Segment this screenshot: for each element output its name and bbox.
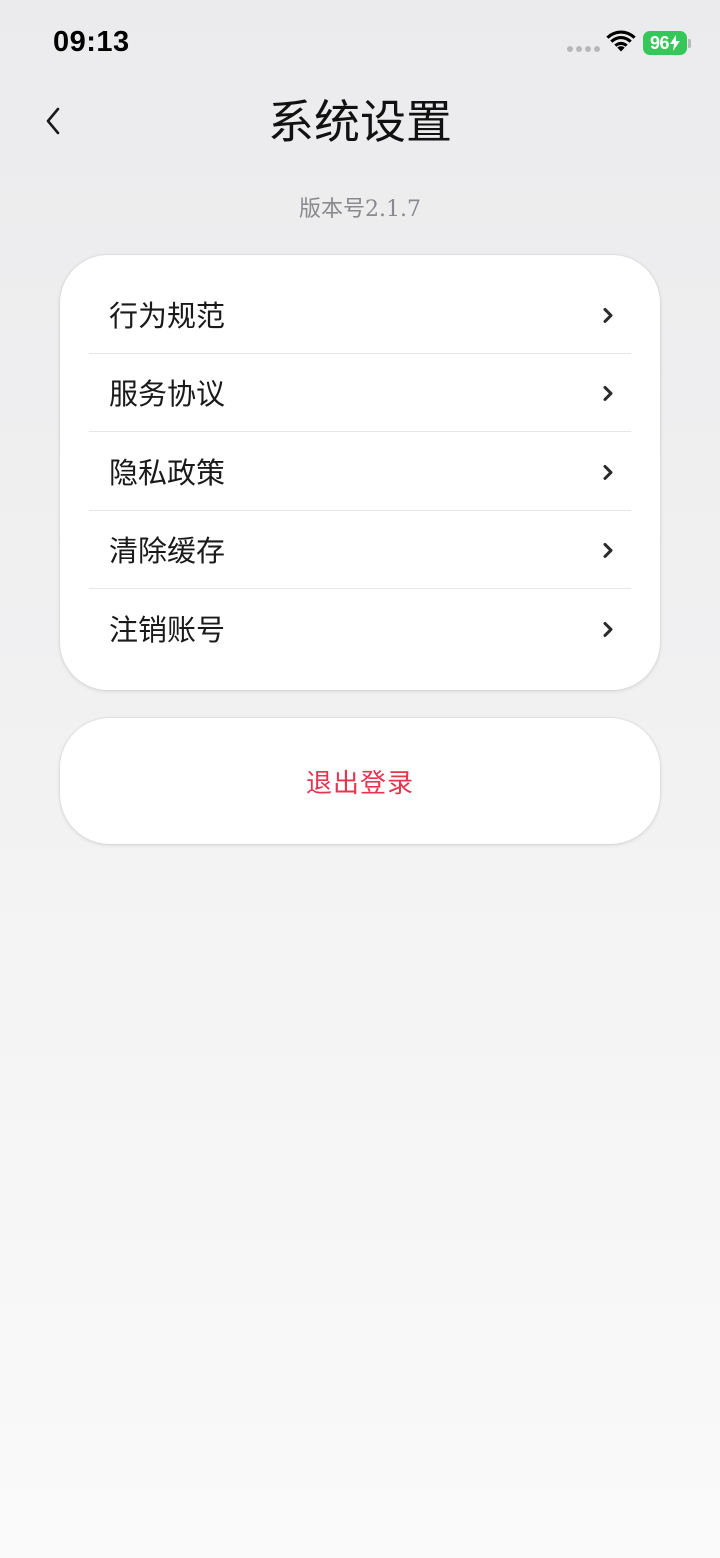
- menu-item-code-of-conduct[interactable]: 行为规范: [89, 275, 631, 353]
- battery-charging-icon: 96: [643, 31, 687, 55]
- menu-item-label: 清除缓存: [109, 534, 226, 569]
- menu-item-privacy-policy[interactable]: 隐私政策: [89, 431, 631, 510]
- menu-item-delete-account[interactable]: 注销账号: [89, 588, 631, 667]
- page-title: 系统设置: [268, 95, 452, 149]
- wifi-icon: [606, 30, 636, 52]
- version-text: 版本号2.1.7: [299, 197, 421, 222]
- chevron-right-icon: [603, 464, 613, 480]
- battery-level: 96: [649, 32, 670, 53]
- status-time: 09:13: [53, 26, 130, 58]
- menu-item-label: 行为规范: [109, 298, 226, 333]
- menu-item-clear-cache[interactable]: 清除缓存: [89, 509, 631, 589]
- signal-icon: [567, 46, 600, 52]
- menu-item-service-agreement[interactable]: 服务协议: [89, 352, 631, 432]
- chevron-right-icon: [603, 307, 613, 323]
- chevron-right-icon: [603, 386, 613, 402]
- bolt-icon: [670, 35, 681, 51]
- chevron-right-icon: [603, 543, 613, 559]
- logout-button[interactable]: 退出登录: [60, 718, 660, 844]
- menu-item-label: 隐私政策: [109, 455, 226, 490]
- menu-item-label: 注销账号: [109, 612, 226, 647]
- settings-menu-card: 行为规范 服务协议 隐私政策 清除缓存 注销账号: [60, 255, 660, 690]
- logout-label: 退出登录: [305, 768, 414, 799]
- menu-item-label: 服务协议: [109, 377, 226, 412]
- chevron-right-icon: [603, 621, 613, 637]
- status-bar: 09:13 96: [0, 0, 720, 88]
- battery-nub: [688, 39, 691, 48]
